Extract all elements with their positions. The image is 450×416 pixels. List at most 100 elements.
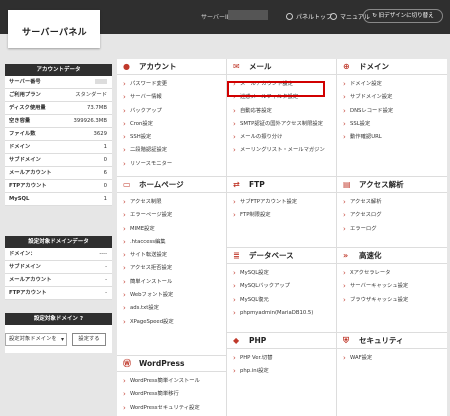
data-row-value: 1 [103, 144, 107, 150]
menu-link-database-1[interactable]: MySQLバックアップ [233, 280, 336, 294]
section-title-text: ホームページ [139, 180, 184, 189]
menu-link-ftp-1[interactable]: FTP制限設定 [233, 209, 336, 223]
menu-link-access-0[interactable]: アクセス解析 [343, 196, 447, 210]
data-row: ご利用プラン スタンダード [5, 89, 112, 102]
menu-link-mail-2[interactable]: 自動応答設定 [233, 105, 336, 119]
menu-link-speed-2[interactable]: ブラウザキャッシュ設定 [343, 294, 447, 308]
server-id-label: サーバーID [201, 14, 232, 21]
menu-link-php-0[interactable]: PHP Ver.切替 [233, 352, 336, 366]
ftp-icon: ⇄ [233, 180, 240, 189]
server-id-value [228, 10, 268, 20]
data-row: メールアカウント - [5, 274, 112, 287]
section-title-access: ▤ アクセス解析 [337, 177, 447, 193]
menu-link-domain-2[interactable]: DNSレコード設定 [343, 105, 447, 119]
data-row-value [95, 76, 107, 88]
menu-link-homepage-9[interactable]: XPageSpeed設定 [123, 316, 226, 330]
menu-link-account-4[interactable]: SSH設定 [123, 131, 226, 145]
data-row-label: FTPアカウント [9, 290, 47, 296]
data-row: ドメイン： ---- [5, 248, 112, 261]
menu-link-database-0[interactable]: MySQL設定 [233, 267, 336, 281]
menu-link-homepage-1[interactable]: エラーページ設定 [123, 209, 226, 223]
menu-link-homepage-2[interactable]: MIME設定 [123, 223, 226, 237]
domain-icon: ⊕ [343, 62, 350, 71]
data-row-value: 0 [103, 157, 107, 163]
panel-top-link[interactable]: パネルトップ [286, 12, 332, 21]
logo[interactable]: サーバーパネル [8, 10, 100, 48]
menu-link-wordpress-2[interactable]: WordPressセキュリティ設定 [123, 402, 226, 416]
php-icon: ◆ [233, 336, 240, 345]
speed-icon: » [343, 251, 349, 260]
data-row: FTPアカウント - [5, 287, 112, 300]
target-domain-select[interactable]: 設定対象ドメインを [5, 333, 67, 346]
section-title-php: ◆ PHP [227, 333, 336, 349]
menu-link-speed-1[interactable]: サーバーキャッシュ設定 [343, 280, 447, 294]
section-database: ≣ データベース MySQL設定MySQLバックアップMySQL復元phpmyadm… [227, 248, 337, 333]
section-title-ftp: ⇄ FTP [227, 177, 336, 193]
section-title-text: セキュリティ [359, 336, 404, 345]
menu-link-account-0[interactable]: パスワード変更 [123, 78, 226, 92]
data-row-label: FTPアカウント [9, 183, 47, 189]
menu-link-homepage-0[interactable]: アクセス制限 [123, 196, 226, 210]
menu-link-homepage-6[interactable]: 簡単インストール [123, 276, 226, 290]
data-row: ディスク使用量 73.7MB [5, 102, 112, 115]
panel-top-label: パネルトップ [296, 14, 333, 21]
old-design-button[interactable]: ↻ 旧デザインに切り替え [363, 9, 443, 23]
menu-link-domain-3[interactable]: SSL設定 [343, 118, 447, 132]
section-title-text: メール [249, 62, 272, 71]
section-title-speed: » 高速化 [337, 248, 447, 264]
data-row-label: ドメイン： [9, 251, 36, 257]
menu-link-mail-5[interactable]: メーリングリスト・メールマガジン [233, 144, 336, 158]
access-icon: ▤ [343, 180, 351, 189]
help-icon[interactable]: ? [80, 316, 83, 322]
data-row-label: 空き容量 [9, 118, 31, 124]
section-ftp: ⇄ FTP サブFTPアカウント設定FTP制限設定 [227, 177, 337, 248]
menu-link-account-2[interactable]: バックアップ [123, 105, 226, 119]
menu-link-domain-4[interactable]: 動作確認URL [343, 131, 447, 145]
menu-link-security-0[interactable]: WAF設定 [343, 352, 447, 366]
data-row-value: スタンダード [75, 92, 107, 98]
menu-link-homepage-8[interactable]: ads.txt設定 [123, 302, 226, 316]
target-domain-data-title: 設定対象ドメインデータ [5, 236, 112, 248]
database-icon: ≣ [233, 251, 240, 260]
menu-link-mail-3[interactable]: SMTP認証の国外アクセス制限設定 [233, 118, 336, 132]
menu-link-php-1[interactable]: php.ini設定 [233, 365, 336, 379]
menu-link-account-1[interactable]: サーバー情報 [123, 91, 226, 105]
menu-link-access-2[interactable]: エラーログ [343, 223, 447, 237]
menu-link-domain-0[interactable]: ドメイン設定 [343, 78, 447, 92]
menu-link-account-6[interactable]: リソースモニター [123, 158, 226, 172]
data-row-label: ファイル数 [9, 131, 36, 137]
menu-link-domain-1[interactable]: サブドメイン設定 [343, 91, 447, 105]
set-target-domain-button[interactable]: 設定する [72, 333, 106, 346]
menu-link-wordpress-0[interactable]: WordPress簡単インストール [123, 375, 226, 389]
data-row: サブドメイン - [5, 261, 112, 274]
data-row-label: サーバー番号 [9, 79, 41, 85]
section-title-text: WordPress [139, 359, 185, 368]
section-title-mail: ✉ メール [227, 59, 336, 75]
data-row: MySQL 1 [5, 193, 112, 206]
menu-link-homepage-7[interactable]: Webフォント設定 [123, 289, 226, 303]
menu-link-ftp-0[interactable]: サブFTPアカウント設定 [233, 196, 336, 210]
section-title-security: ⛨ セキュリティ [337, 333, 447, 349]
data-row: FTPアカウント 0 [5, 180, 112, 193]
menu-link-access-1[interactable]: アクセスログ [343, 209, 447, 223]
menu-grid: ● アカウントパスワード変更サーバー情報バックアップCron設定SSH設定二段階認… [117, 59, 447, 416]
menu-link-account-3[interactable]: Cron設定 [123, 118, 226, 132]
highlight-box [227, 81, 325, 97]
menu-link-homepage-4[interactable]: サイト転送設定 [123, 249, 226, 263]
menu-link-database-2[interactable]: MySQL復元 [233, 294, 336, 308]
menu-link-wordpress-1[interactable]: WordPress簡単移行 [123, 388, 226, 402]
account-icon: ● [123, 62, 130, 71]
target-domain-data-panel: 設定対象ドメインデータ ドメイン： ---- サブドメイン - メールアカウント - FTP… [5, 236, 112, 300]
menu-link-mail-4[interactable]: メールの振り分け [233, 131, 336, 145]
account-data-title: アカウントデータ [5, 64, 112, 76]
data-row-value: - [105, 277, 107, 283]
section-title-homepage: ▭ ホームページ [117, 177, 226, 193]
menu-link-speed-0[interactable]: Xアクセラレータ [343, 267, 447, 281]
section-homepage: ▭ ホームページアクセス制限エラーページ設定MIME設定.htaccess編集サイ… [117, 177, 227, 356]
menu-link-homepage-3[interactable]: .htaccess編集 [123, 236, 226, 250]
menu-link-account-5[interactable]: 二段階認証設定 [123, 144, 226, 158]
menu-link-homepage-5[interactable]: アクセス拒否設定 [123, 262, 226, 276]
section-domain: ⊕ ドメインドメイン設定サブドメイン設定DNSレコード設定SSL設定動作確認URL [337, 59, 447, 177]
section-title-text: アクセス解析 [359, 180, 404, 189]
menu-link-database-3[interactable]: phpmyadmin(MariaDB10.5) [233, 307, 336, 321]
